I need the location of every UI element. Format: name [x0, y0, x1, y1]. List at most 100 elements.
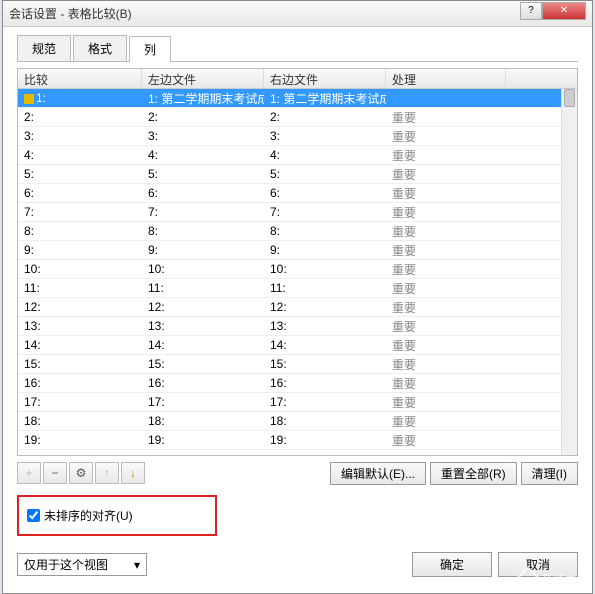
table-row[interactable]: 1:1: 第二学期期末考试成1: 第二学期期末考试成 [18, 89, 577, 108]
titlebar: 会话设置 - 表格比较(B) ? ✕ [3, 1, 592, 27]
cell-handle: 重要 [386, 298, 506, 317]
unsorted-align-row[interactable]: 未排序的对齐(U) [27, 507, 207, 524]
table-row[interactable]: 4:4:4:重要 [18, 146, 577, 165]
table-row[interactable]: 14:14:14:重要 [18, 336, 577, 355]
cell-compare: 7: [18, 204, 142, 220]
add-button[interactable]: + [17, 462, 41, 484]
tab-format[interactable]: 格式 [73, 35, 127, 61]
cell-handle: 重要 [386, 412, 506, 431]
chevron-down-icon: ▾ [134, 558, 140, 572]
apply-scope-dropdown[interactable]: 仅用于这个视图 ▾ [17, 553, 147, 576]
cell-left: 18: [142, 413, 264, 429]
table-row[interactable]: 3:3:3:重要 [18, 127, 577, 146]
cancel-button[interactable]: 取消 [498, 552, 578, 577]
cell-right: 8: [264, 223, 386, 239]
cell-left: 10: [142, 261, 264, 277]
close-button[interactable]: ✕ [542, 2, 586, 20]
cell-compare: 2: [18, 109, 142, 125]
table-row[interactable]: 18:18:18:重要 [18, 412, 577, 431]
cell-right: 11: [264, 280, 386, 296]
cell-compare: 16: [18, 375, 142, 391]
content-area: 规范 格式 列 比较 左边文件 右边文件 处理 1:1: 第二学期期末考试成1:… [3, 27, 592, 585]
table-row[interactable]: 7:7:7:重要 [18, 203, 577, 222]
cell-left: 8: [142, 223, 264, 239]
table-row[interactable]: 6:6:6:重要 [18, 184, 577, 203]
table-row[interactable]: 9:9:9:重要 [18, 241, 577, 260]
footer: 仅用于这个视图 ▾ 确定 取消 [17, 552, 578, 577]
cell-handle: 重要 [386, 203, 506, 222]
table-row[interactable]: 17:17:17:重要 [18, 393, 577, 412]
cell-compare: 1: [18, 90, 142, 106]
cell-handle: 重要 [386, 393, 506, 412]
col-compare[interactable]: 比较 [18, 69, 142, 88]
cell-compare: 15: [18, 356, 142, 372]
window-title: 会话设置 - 表格比较(B) [9, 5, 520, 22]
cell-handle: 重要 [386, 279, 506, 298]
key-icon [24, 94, 34, 104]
col-handle[interactable]: 处理 [386, 69, 506, 88]
cell-right: 15: [264, 356, 386, 372]
reset-all-button[interactable]: 重置全部(R) [430, 462, 517, 485]
columns-table: 比较 左边文件 右边文件 处理 1:1: 第二学期期末考试成1: 第二学期期末考… [17, 68, 578, 456]
cell-compare: 17: [18, 394, 142, 410]
cell-compare: 11: [18, 280, 142, 296]
cell-handle: 重要 [386, 336, 506, 355]
table-row[interactable]: 15:15:15:重要 [18, 355, 577, 374]
dialog-window: 会话设置 - 表格比较(B) ? ✕ 规范 格式 列 比较 左边文件 右边文件 … [2, 0, 593, 594]
col-right-file[interactable]: 右边文件 [264, 69, 386, 88]
edit-default-button[interactable]: 编辑默认(E)... [330, 462, 426, 485]
table-row[interactable]: 5:5:5:重要 [18, 165, 577, 184]
settings-button[interactable]: ⚙ [69, 462, 93, 484]
ok-button[interactable]: 确定 [412, 552, 492, 577]
cell-right: 17: [264, 394, 386, 410]
titlebar-buttons: ? ✕ [520, 2, 586, 20]
unsorted-align-checkbox[interactable] [27, 509, 40, 522]
table-row[interactable]: 16:16:16:重要 [18, 374, 577, 393]
cell-compare: 9: [18, 242, 142, 258]
cell-compare: 12: [18, 299, 142, 315]
scroll-thumb[interactable] [564, 89, 575, 107]
table-row[interactable]: 10:10:10:重要 [18, 260, 577, 279]
table-row[interactable]: 8:8:8:重要 [18, 222, 577, 241]
icon-buttons: + − ⚙ [17, 462, 145, 485]
cell-left: 6: [142, 185, 264, 201]
cell-right: 16: [264, 375, 386, 391]
cell-left: 4: [142, 147, 264, 163]
cell-compare: 19: [18, 432, 142, 448]
table-row[interactable]: 11:11:11:重要 [18, 279, 577, 298]
cell-handle: 重要 [386, 241, 506, 260]
cell-right: 6: [264, 185, 386, 201]
unsorted-align-label: 未排序的对齐(U) [44, 507, 133, 524]
dropdown-label: 仅用于这个视图 [24, 556, 108, 573]
cell-compare: 4: [18, 147, 142, 163]
table-body[interactable]: 1:1: 第二学期期末考试成1: 第二学期期末考试成2:2:2:重要3:3:3:… [18, 89, 577, 456]
footer-buttons: 确定 取消 [412, 552, 578, 577]
cell-right: 9: [264, 242, 386, 258]
remove-button[interactable]: − [43, 462, 67, 484]
table-row[interactable]: 13:13:13:重要 [18, 317, 577, 336]
col-left-file[interactable]: 左边文件 [142, 69, 264, 88]
cell-handle: 重要 [386, 108, 506, 127]
cell-compare: 14: [18, 337, 142, 353]
cell-left: 15: [142, 356, 264, 372]
cell-handle: 重要 [386, 317, 506, 336]
cell-left: 17: [142, 394, 264, 410]
cell-right: 13: [264, 318, 386, 334]
move-down-button[interactable] [121, 462, 145, 484]
table-row[interactable]: 12:12:12:重要 [18, 298, 577, 317]
tab-spec[interactable]: 规范 [17, 35, 71, 61]
toolbar-row: + − ⚙ 编辑默认(E)... 重置全部(R) 清理(I) [17, 462, 578, 485]
cell-left: 9: [142, 242, 264, 258]
tab-columns[interactable]: 列 [129, 36, 171, 62]
clear-button[interactable]: 清理(I) [521, 462, 578, 485]
cell-handle: 重要 [386, 260, 506, 279]
move-up-button[interactable] [95, 462, 119, 484]
help-button[interactable]: ? [520, 2, 542, 20]
scrollbar[interactable] [561, 89, 577, 455]
cell-compare: 3: [18, 128, 142, 144]
table-row[interactable]: 19:19:19:重要 [18, 431, 577, 450]
cell-handle: 重要 [386, 374, 506, 393]
cell-left: 13: [142, 318, 264, 334]
table-row[interactable]: 2:2:2:重要 [18, 108, 577, 127]
cell-left: 12: [142, 299, 264, 315]
